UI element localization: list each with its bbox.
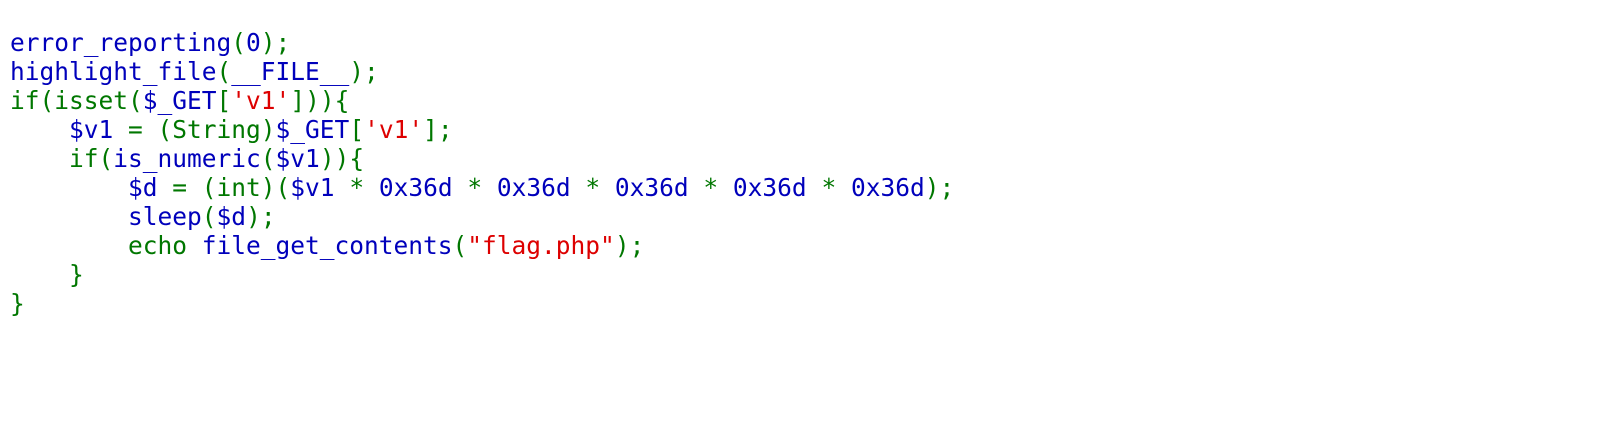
code-token-keyword: [10, 173, 128, 202]
code-token-keyword: (: [452, 231, 468, 260]
code-token-default: $_GET: [275, 115, 350, 144]
code-token-keyword: );: [246, 202, 276, 231]
code-token-keyword: *: [703, 173, 733, 202]
code-token-keyword: (: [201, 202, 217, 231]
code-line: sleep($d);: [10, 202, 954, 231]
code-line: if(isset($_GET['v1'])){: [10, 86, 954, 115]
code-token-keyword: if(isset(: [10, 86, 143, 115]
code-token-default: error_reporting: [10, 28, 232, 57]
code-line: $v1 = (String)$_GET['v1'];: [10, 115, 954, 144]
code-token-keyword: (: [216, 57, 232, 86]
code-token-keyword: }: [10, 260, 84, 289]
code-token-keyword: echo: [10, 231, 202, 260]
code-token-default: file_get_contents: [201, 231, 453, 260]
code-token-keyword: if(: [10, 144, 114, 173]
code-token-default: $_GET: [142, 86, 217, 115]
code-token-default: $v1: [290, 173, 350, 202]
code-token-string: "flag.php": [467, 231, 615, 260]
code-token-keyword: );: [260, 28, 291, 57]
code-line: $d = (int)($v1 * 0x36d * 0x36d * 0x36d *…: [10, 173, 954, 202]
code-line: }: [10, 289, 954, 318]
code-token-string: 'v1': [231, 86, 291, 115]
code-token-default: $v1: [275, 144, 320, 173]
code-token-keyword: = (int)(: [172, 173, 291, 202]
code-token-keyword: *: [467, 173, 497, 202]
code-token-default: sleep: [128, 202, 202, 231]
code-token-keyword: ])){: [290, 86, 350, 115]
code-token-default: $d: [128, 173, 173, 202]
code-token-default: __FILE__: [231, 57, 350, 86]
code-line: if(is_numeric($v1)){: [10, 144, 954, 173]
highlighted-php-source: error_reporting(0); highlight_file(__FILE…: [10, 28, 954, 318]
code-token-default: 0x36d: [850, 173, 925, 202]
code-token-keyword: );: [924, 173, 955, 202]
code-token-keyword: = (String): [128, 115, 276, 144]
code-line: echo file_get_contents("flag.php");: [10, 231, 954, 260]
code-token-default: $d: [216, 202, 247, 231]
code-token-keyword: ];: [423, 115, 453, 144]
code-token-keyword: [10, 115, 69, 144]
code-token-default: 0: [246, 28, 261, 57]
code-token-keyword: [: [216, 86, 232, 115]
code-token-default: $v1: [69, 115, 129, 144]
code-token-keyword: )){: [319, 144, 365, 173]
code-token-keyword: *: [821, 173, 851, 202]
code-line: highlight_file(__FILE__);: [10, 57, 954, 86]
code-token-keyword: [10, 202, 128, 231]
code-token-keyword: *: [349, 173, 379, 202]
code-token-default: 0x36d: [614, 173, 704, 202]
code-token-keyword: }: [10, 289, 25, 318]
code-token-default: 0x36d: [732, 173, 822, 202]
code-token-default: highlight_file: [10, 57, 217, 86]
code-token-default: 0x36d: [496, 173, 586, 202]
code-token-default: is_numeric: [113, 144, 261, 173]
code-token-keyword: *: [585, 173, 615, 202]
code-token-keyword: );: [614, 231, 645, 260]
code-token-keyword: (: [260, 144, 276, 173]
code-token-keyword: (: [231, 28, 247, 57]
code-token-keyword: [: [349, 115, 365, 144]
code-token-keyword: );: [349, 57, 379, 86]
code-line: }: [10, 260, 954, 289]
code-token-default: 0x36d: [378, 173, 468, 202]
code-token-string: 'v1': [364, 115, 424, 144]
code-line: error_reporting(0);: [10, 28, 954, 57]
